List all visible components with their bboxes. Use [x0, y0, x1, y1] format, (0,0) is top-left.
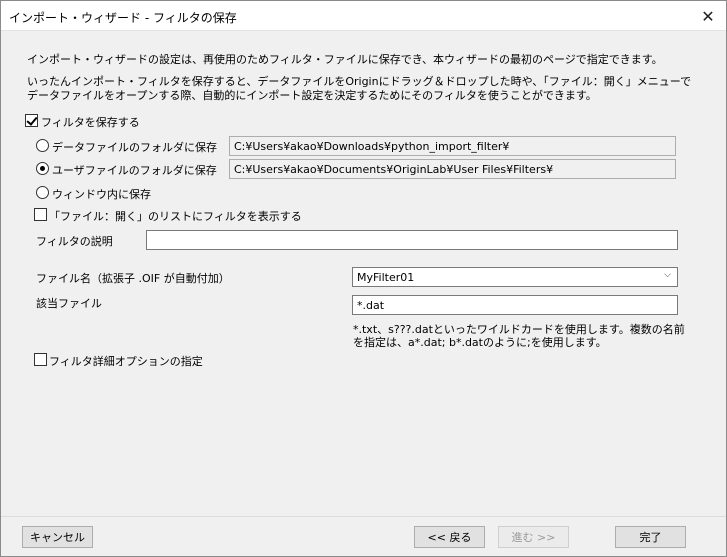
save-to-data-folder-radio[interactable]	[36, 139, 49, 152]
show-in-open-list-label: 「ファイル：開く」のリストにフィルタを表示する	[49, 210, 302, 223]
next-button[interactable]: 進む >>	[498, 526, 569, 548]
filename-value: MyFilter01	[357, 271, 415, 284]
save-in-window-radio[interactable]	[36, 186, 49, 199]
filter-description-input[interactable]	[146, 230, 678, 250]
save-to-user-folder-radio[interactable]	[36, 162, 49, 175]
advanced-options-label: フィルタ詳細オプションの指定	[49, 355, 203, 368]
filter-description-label: フィルタの説明	[36, 235, 113, 248]
save-filter-label: フィルタを保存する	[41, 116, 140, 129]
save-in-window-label: ウィンドウ内に保存	[52, 188, 151, 201]
cancel-button[interactable]: キャンセル	[22, 526, 93, 548]
save-to-data-folder-label: データファイルのフォルダに保存	[52, 141, 217, 154]
description-line-3: データファイルをオープンする際、自動的にインポート設定を決定するためにそのフィル…	[27, 89, 597, 102]
window-title: インポート・ウィザード - フィルタの保存	[9, 11, 237, 25]
target-files-hint-line-2: を指定は、a*.dat; b*.datのように;を使用します。	[353, 336, 607, 349]
chevron-down-icon[interactable]: ⌵	[664, 270, 671, 280]
user-folder-path-field: C:¥Users¥akao¥Documents¥OriginLab¥User F…	[229, 159, 676, 179]
close-icon[interactable]: ✕	[690, 1, 726, 31]
back-button[interactable]: << 戻る	[414, 526, 485, 548]
import-wizard-dialog: インポート・ウィザード - フィルタの保存 ✕ インポート・ウィザードの設定は、…	[0, 0, 727, 557]
footer-divider	[1, 516, 726, 517]
save-to-user-folder-label: ユーザファイルのフォルダに保存	[52, 164, 217, 177]
target-files-input[interactable]: *.dat	[352, 295, 678, 315]
show-in-open-list-checkbox[interactable]	[34, 208, 47, 221]
finish-button[interactable]: 完了	[615, 526, 686, 548]
filename-combobox[interactable]: MyFilter01 ⌵	[352, 267, 678, 287]
title-bar: インポート・ウィザード - フィルタの保存 ✕	[1, 1, 726, 31]
filename-label: ファイル名（拡張子 .OIF が自動付加）	[36, 272, 230, 285]
save-filter-checkbox[interactable]	[25, 114, 38, 127]
target-files-label: 該当ファイル	[36, 297, 102, 310]
description-line-1: インポート・ウィザードの設定は、再使用のためフィルタ・ファイルに保存でき、本ウィ…	[27, 53, 663, 66]
advanced-options-checkbox[interactable]	[34, 353, 47, 366]
data-folder-path-field: C:¥Users¥akao¥Downloads¥python_import_fi…	[229, 136, 676, 156]
